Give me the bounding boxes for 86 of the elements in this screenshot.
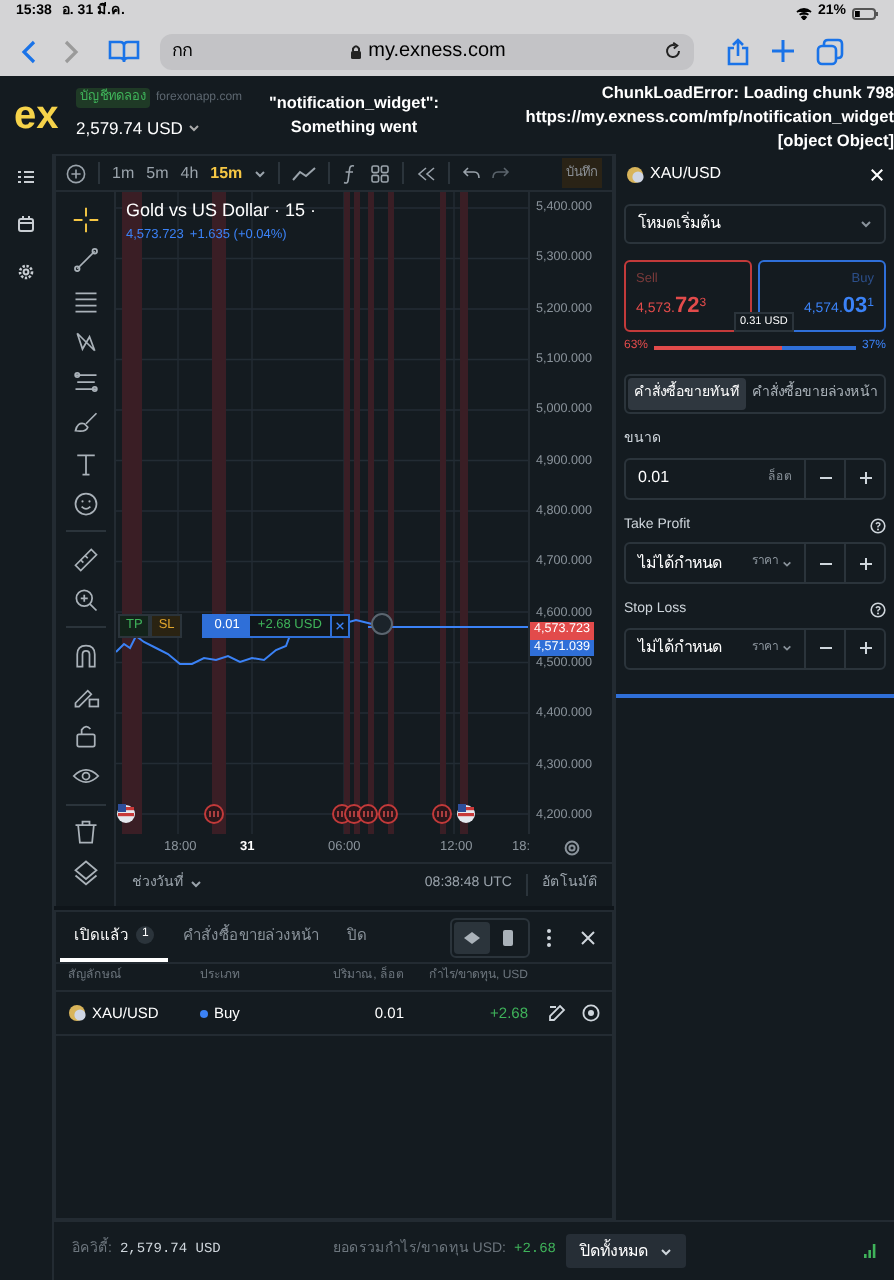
help-icon[interactable] <box>870 517 886 534</box>
error-message: Something went <box>290 115 418 139</box>
event-marker-icon[interactable] <box>432 804 452 824</box>
crosshair-icon[interactable] <box>71 206 99 234</box>
caret-icon <box>782 644 792 652</box>
settings-icon[interactable] <box>563 840 579 856</box>
coin-icon <box>68 1004 86 1022</box>
share-icon[interactable] <box>726 37 750 65</box>
error-message: ChunkLoadError: Loading chunk 798 <box>601 79 894 103</box>
chart-title: Gold vs US Dollar · 15 · <box>126 198 317 224</box>
address-bar[interactable]: กก my.exness.com <box>160 33 694 69</box>
calendar-icon[interactable] <box>18 216 34 232</box>
error-message: [object Object] <box>777 127 894 151</box>
trend-line-icon[interactable] <box>71 246 99 275</box>
flag-icon <box>117 804 135 823</box>
list-icon[interactable] <box>18 170 34 184</box>
event-marker-icon[interactable] <box>378 804 398 824</box>
field-value: ไม่ได้กำหนด <box>638 551 722 575</box>
view-toggle[interactable] <box>454 921 490 953</box>
redo-icon[interactable] <box>492 166 511 180</box>
tabs-icon[interactable] <box>816 37 844 65</box>
line-chart-icon[interactable] <box>292 165 317 181</box>
trash-icon[interactable] <box>71 818 99 847</box>
plus-icon[interactable] <box>859 642 871 654</box>
event-marker-icon[interactable] <box>358 804 378 824</box>
status-dot <box>200 1009 208 1017</box>
caret-icon[interactable] <box>254 169 267 177</box>
ruler-icon[interactable] <box>71 545 99 574</box>
bookmarks-icon[interactable] <box>108 39 140 63</box>
text-tool-icon[interactable] <box>71 449 99 478</box>
replay-icon[interactable] <box>416 165 437 181</box>
edit-icon[interactable] <box>548 1004 566 1022</box>
channel-icon[interactable] <box>71 368 99 397</box>
lock-icon[interactable] <box>71 722 99 751</box>
battery-icon <box>852 7 878 19</box>
help-icon[interactable] <box>870 602 886 619</box>
mode-dropdown[interactable]: โหมดเริ่มต้น <box>624 204 886 244</box>
clipboard-icon <box>498 927 518 947</box>
magnet-icon[interactable] <box>71 641 99 670</box>
lock-icon <box>350 43 363 59</box>
new-tab-icon[interactable] <box>770 38 796 64</box>
close-position-icon[interactable] <box>582 1004 600 1022</box>
event-marker-icon[interactable] <box>204 804 224 824</box>
parallel-lines-icon[interactable] <box>71 287 99 316</box>
function-icon[interactable] <box>342 163 359 183</box>
field-value: ไม่ได้กำหนด <box>638 636 722 660</box>
minus-icon[interactable] <box>819 561 831 565</box>
field-value: 0.01 <box>638 466 670 490</box>
undo-icon[interactable] <box>462 166 481 180</box>
timeframe-tab[interactable]: 4h <box>180 161 199 185</box>
more-icon[interactable] <box>546 927 552 947</box>
plus-icon[interactable] <box>859 557 871 569</box>
error-message: https://my.exness.com/mfp/notification_widget <box>525 103 894 127</box>
minus-icon[interactable] <box>819 476 831 480</box>
pattern-icon[interactable] <box>71 327 99 356</box>
signal-icon <box>864 1244 876 1258</box>
error-message: "notification_widget": <box>268 91 440 115</box>
text-size-button[interactable]: กก <box>172 37 192 65</box>
timeframe-tab[interactable]: 5m <box>146 161 169 185</box>
reload-icon[interactable] <box>664 42 682 60</box>
smiley-icon[interactable] <box>71 490 99 519</box>
caret-icon <box>782 559 792 567</box>
close-all-button[interactable]: ปิดทั้งหมด <box>566 1234 687 1268</box>
url-text: my.exness.com <box>368 38 506 66</box>
settings-icon[interactable] <box>18 264 34 280</box>
flag-icon <box>457 804 475 823</box>
add-icon[interactable] <box>66 163 86 183</box>
wifi-icon <box>795 7 812 19</box>
grid-icon[interactable] <box>370 163 391 183</box>
panel-symbol: XAU/USD <box>650 162 722 186</box>
plus-icon[interactable] <box>859 472 871 484</box>
caret-icon <box>860 220 872 228</box>
balance[interactable]: 2,579.74 USD <box>76 116 183 142</box>
minus-icon[interactable] <box>819 646 831 650</box>
exness-logo: ex <box>14 95 61 135</box>
caret-icon <box>190 880 202 888</box>
caret-icon <box>660 1247 673 1255</box>
timeframe-tab[interactable]: 15m <box>210 161 243 185</box>
timeframe-tab[interactable]: 1m <box>112 161 135 185</box>
brush-icon[interactable] <box>71 408 99 437</box>
layers-icon[interactable] <box>71 858 99 887</box>
back-icon[interactable] <box>20 39 40 63</box>
caret-icon <box>188 124 201 133</box>
coin-icon <box>626 165 644 183</box>
position-handle[interactable] <box>371 613 393 635</box>
zoom-in-icon[interactable] <box>71 585 99 614</box>
